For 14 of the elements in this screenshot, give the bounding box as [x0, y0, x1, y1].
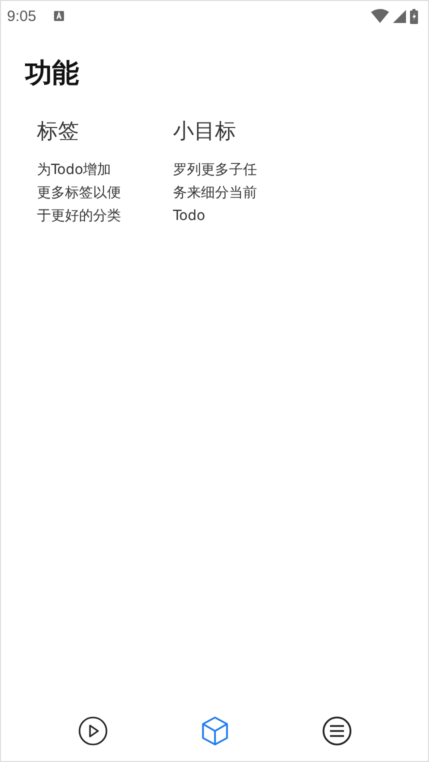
- notification-icon: [54, 11, 64, 21]
- cube-icon: [200, 716, 228, 746]
- feature-title: 小目标: [173, 118, 237, 145]
- signal-icon: [393, 10, 406, 22]
- play-icon: [78, 716, 108, 746]
- battery-charging-icon: [410, 8, 418, 24]
- feature-description: 为Todo增加更多标签以便于更好的分类: [37, 161, 121, 226]
- wifi-icon: [371, 9, 389, 23]
- status-time: 9:05: [7, 8, 36, 24]
- feature-title: 标签: [37, 118, 80, 145]
- nav-tab[interactable]: [320, 714, 354, 748]
- feature-description: 罗列更多子任务来细分当前Todo: [173, 161, 257, 226]
- page-title: 功能: [25, 57, 80, 91]
- nav-tab[interactable]: [76, 714, 110, 748]
